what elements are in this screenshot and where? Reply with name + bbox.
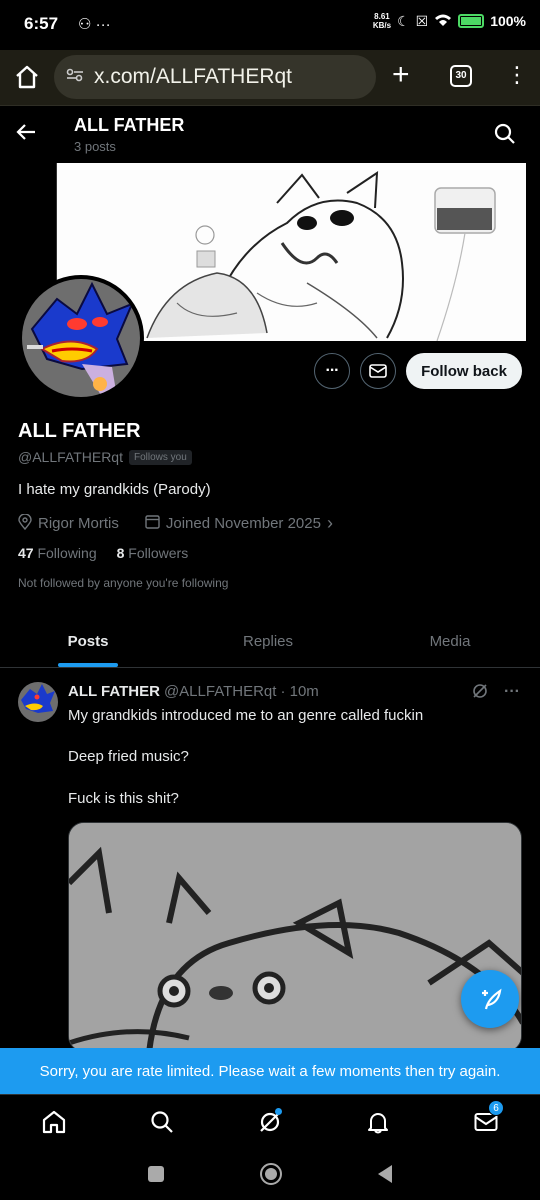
location-icon: [18, 512, 32, 534]
joined-date[interactable]: Joined November 2025: [166, 515, 321, 532]
nav-search[interactable]: [146, 1106, 178, 1138]
following-link[interactable]: 47 Following: [18, 545, 97, 561]
battery-percent: 100%: [490, 13, 526, 29]
location-text: Rigor Mortis: [38, 515, 119, 532]
notification-icons: ⚇ ···: [78, 16, 111, 33]
message-button[interactable]: [360, 353, 396, 389]
more-icon: ···: [325, 362, 340, 379]
home-icon[interactable]: [14, 64, 42, 92]
post-text-line: My grandkids introduced me to an genre c…: [68, 707, 424, 724]
bell-icon: [368, 1112, 388, 1133]
post-time[interactable]: · 10m: [280, 683, 318, 700]
post-text-line: Fuck is this shit?: [68, 790, 179, 807]
post-author-name[interactable]: ALL FATHER: [68, 683, 160, 700]
more-options-button[interactable]: ···: [314, 353, 350, 389]
nav-grok[interactable]: [254, 1106, 286, 1138]
tab-posts[interactable]: Posts: [0, 615, 176, 667]
profile-header-bar: ALL FATHER 3 posts: [0, 107, 540, 162]
search-icon: [151, 1110, 173, 1133]
grok-icon[interactable]: [472, 683, 488, 704]
home-circle-icon[interactable]: [260, 1163, 282, 1185]
compose-post-button[interactable]: [461, 970, 519, 1028]
post-more-icon[interactable]: ···: [504, 683, 520, 704]
post-image[interactable]: [68, 822, 522, 1052]
wifi-icon: [434, 13, 452, 30]
profile-bio: I hate my grandkids (Parody): [18, 481, 211, 498]
site-settings-icon[interactable]: [66, 68, 84, 87]
rate-limit-banner: Sorry, you are rate limited. Please wait…: [0, 1048, 540, 1094]
calendar-icon: [145, 514, 160, 533]
status-right: 8.61 KB/s ☾ ☒ 100%: [373, 12, 526, 30]
url-text[interactable]: x.com/ALLFATHERqt: [94, 65, 292, 89]
post-actions-top: ···: [472, 683, 520, 704]
battery-icon: [458, 14, 485, 28]
back-triangle-icon[interactable]: [378, 1165, 392, 1183]
moon-icon: ☾: [397, 12, 410, 29]
bottom-navigation: 6: [0, 1094, 540, 1148]
not-followed-note: Not followed by anyone you're following: [18, 576, 229, 590]
profile-meta: Rigor Mortis Joined November 2025 ›: [18, 512, 333, 534]
profile-avatar[interactable]: [18, 275, 144, 401]
status-time: 6:57: [24, 14, 59, 33]
nav-messages[interactable]: 6: [470, 1099, 504, 1138]
post-text-line: Deep fried music?: [68, 748, 189, 765]
notification-dot: [275, 1107, 282, 1115]
search-icon[interactable]: [494, 123, 516, 150]
header-name: ALL FATHER: [74, 115, 185, 135]
tab-switcher-button[interactable]: 30: [450, 65, 472, 87]
net-speed: 8.61 KB/s: [372, 12, 392, 30]
chevron-right-icon[interactable]: ›: [327, 513, 333, 534]
home-icon: [42, 1110, 66, 1133]
envelope-icon: [369, 364, 387, 378]
status-bar: 6:57 ⚇ ··· 8.61 KB/s ☾ ☒ 100%: [0, 0, 540, 50]
feather-plus-icon: [482, 988, 502, 1010]
post-header: ALL FATHER @ALLFATHERqt · 10m: [68, 683, 319, 700]
follow-back-button[interactable]: Follow back: [406, 353, 522, 389]
followers-link[interactable]: 8 Followers: [117, 545, 189, 561]
tab-replies[interactable]: Replies: [176, 615, 360, 667]
post-author-handle[interactable]: @ALLFATHERqt: [164, 683, 277, 700]
nav-home[interactable]: [38, 1106, 70, 1138]
nav-notifications[interactable]: [362, 1106, 394, 1138]
no-sim-icon: ☒: [415, 12, 429, 29]
header-post-count: 3 posts: [74, 139, 116, 154]
follows-you-badge: Follows you: [129, 449, 192, 465]
profile-handle-row: @ALLFATHERqt Follows you: [18, 449, 192, 465]
profile-tabs: Posts Replies Media: [0, 615, 540, 668]
system-navigation: [0, 1148, 540, 1200]
follow-counts: 47 Following 8 Followers: [18, 545, 188, 561]
browser-toolbar: x.com/ALLFATHERqt + 30 ⋮: [0, 50, 540, 106]
tab-media[interactable]: Media: [360, 615, 540, 667]
url-bar[interactable]: x.com/ALLFATHERqt: [54, 55, 376, 99]
post-avatar[interactable]: [18, 682, 58, 722]
profile-name: ALL FATHER: [18, 420, 141, 442]
back-arrow-icon[interactable]: [16, 121, 36, 147]
browser-menu-icon[interactable]: ⋮: [506, 62, 528, 88]
recents-icon[interactable]: [148, 1166, 164, 1182]
new-tab-button[interactable]: +: [392, 60, 410, 90]
messages-badge: 6: [488, 1099, 504, 1116]
profile-handle: @ALLFATHERqt: [18, 449, 123, 465]
